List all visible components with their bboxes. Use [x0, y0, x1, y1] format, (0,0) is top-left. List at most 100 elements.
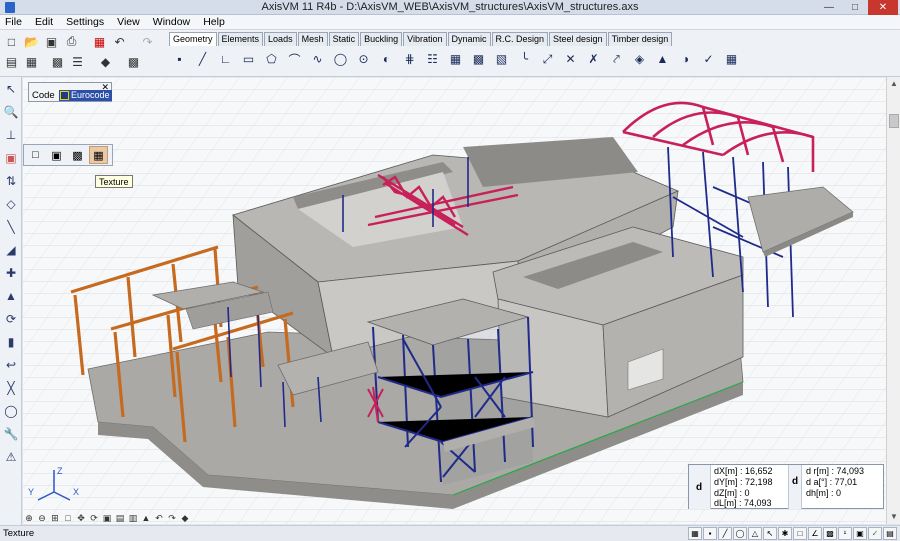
status-layers-icon[interactable]: ▤: [883, 527, 897, 540]
surface-icon[interactable]: ▲: [652, 49, 673, 69]
close-button[interactable]: ✕: [868, 0, 898, 15]
line-icon[interactable]: ╱: [192, 49, 213, 69]
undo-icon[interactable]: ↶: [110, 33, 129, 50]
menu-view[interactable]: View: [112, 15, 145, 28]
polyline-icon[interactable]: ∟: [215, 49, 236, 69]
scroll-thumb[interactable]: [889, 114, 899, 128]
status-angle-icon[interactable]: ∠: [808, 527, 822, 540]
wireframe-icon[interactable]: □: [26, 146, 45, 164]
view-top-icon[interactable]: ▤: [114, 512, 126, 524]
vertical-scrollbar[interactable]: ▲ ▼: [886, 77, 900, 524]
scroll-down-icon[interactable]: ▼: [887, 510, 900, 524]
zoom-icon[interactable]: 🔍: [1, 102, 21, 122]
view-axes-icon[interactable]: ⊥: [1, 125, 21, 145]
node-merge-icon[interactable]: ◈: [629, 49, 650, 69]
warning-icon[interactable]: ⚠: [1, 447, 21, 467]
arc-icon[interactable]: ⌒: [284, 49, 305, 69]
divide-icon[interactable]: ╰: [514, 49, 535, 69]
cross-line-icon[interactable]: ⋕: [399, 49, 420, 69]
close-code-panel-icon[interactable]: ✕: [101, 82, 109, 93]
stack-icon[interactable]: ◆: [96, 53, 115, 70]
view-persp-icon[interactable]: ▲: [140, 512, 152, 524]
tab-geometry[interactable]: Geometry: [169, 32, 217, 46]
zoom-in-icon[interactable]: ⊕: [23, 512, 35, 524]
loop-icon[interactable]: ↩: [1, 355, 21, 375]
zoom-window-icon[interactable]: ⊞: [49, 512, 61, 524]
pattern-grid-icon[interactable]: ▦: [721, 49, 742, 69]
rectangle-icon[interactable]: ▭: [238, 49, 259, 69]
tab-dynamic[interactable]: Dynamic: [447, 32, 491, 46]
new-file-icon[interactable]: □: [2, 33, 21, 50]
maximize-button[interactable]: □: [842, 0, 868, 15]
status-lock-icon[interactable]: ▣: [853, 527, 867, 540]
select-arrow-icon[interactable]: ↖: [1, 79, 21, 99]
table-icon[interactable]: ▦: [22, 53, 41, 70]
view-side-icon[interactable]: ▥: [127, 512, 139, 524]
status-node-icon[interactable]: ▪: [703, 527, 717, 540]
mirror-icon[interactable]: ✚: [1, 263, 21, 283]
menu-settings[interactable]: Settings: [61, 15, 109, 28]
layers-icon[interactable]: ▤: [2, 53, 21, 70]
chamfer-icon[interactable]: ⤤: [606, 49, 627, 69]
polygon-icon[interactable]: ⬠: [261, 49, 282, 69]
part-icon[interactable]: ▮: [1, 332, 21, 352]
redo-view-icon[interactable]: ↷: [166, 512, 178, 524]
node-icon[interactable]: ▪: [169, 49, 190, 69]
check-icon[interactable]: ✓: [698, 49, 719, 69]
view-front-icon[interactable]: ▣: [101, 512, 113, 524]
texture-icon[interactable]: ▦: [89, 146, 108, 164]
menu-edit[interactable]: Edit: [30, 15, 58, 28]
minimize-button[interactable]: —: [816, 0, 842, 15]
model-viewport[interactable]: [23, 77, 886, 524]
menu-window[interactable]: Window: [148, 15, 195, 28]
tab-elements[interactable]: Elements: [217, 32, 264, 46]
fillet-icon[interactable]: ✗: [583, 49, 604, 69]
arc-three-point-icon[interactable]: ◐: [376, 49, 397, 69]
open-folder-icon[interactable]: 📂: [22, 33, 41, 50]
measure-icon[interactable]: ◢: [1, 240, 21, 260]
status-table-icon[interactable]: ▦: [688, 527, 702, 540]
zoom-out-icon[interactable]: ⊖: [36, 512, 48, 524]
tab-vibration[interactable]: Vibration: [403, 32, 447, 46]
ruler-icon[interactable]: ╳: [1, 378, 21, 398]
tab-rc-design[interactable]: R.C. Design: [491, 32, 549, 46]
status-triangle-icon[interactable]: △: [748, 527, 762, 540]
save-icon[interactable]: ▣: [42, 33, 61, 50]
tab-steel-design[interactable]: Steel design: [549, 32, 607, 46]
wrench-icon[interactable]: 🔧: [1, 424, 21, 444]
circle-center-icon[interactable]: ⊙: [353, 49, 374, 69]
mesh-grid-icon[interactable]: ▩: [468, 49, 489, 69]
report-icon[interactable]: ☰: [68, 53, 87, 70]
status-circle-icon[interactable]: ◯: [733, 527, 747, 540]
status-cursor-icon[interactable]: ↖: [763, 527, 777, 540]
view-3d-icon[interactable]: ◆: [179, 512, 191, 524]
tab-static[interactable]: Static: [328, 32, 360, 46]
glasses-icon[interactable]: ◯: [1, 401, 21, 421]
status-star-icon[interactable]: ✱: [778, 527, 792, 540]
solid-icon[interactable]: ◑: [675, 49, 696, 69]
delete-line-icon[interactable]: ✕: [560, 49, 581, 69]
status-square-icon[interactable]: □: [793, 527, 807, 540]
tab-buckling[interactable]: Buckling: [360, 32, 403, 46]
menu-file[interactable]: File: [0, 15, 27, 28]
grid-domain-icon[interactable]: ▦: [445, 49, 466, 69]
rotate-icon[interactable]: ⟳: [1, 309, 21, 329]
status-grid-icon[interactable]: ▩: [823, 527, 837, 540]
print-icon[interactable]: ⎙: [62, 33, 81, 50]
tab-loads[interactable]: Loads: [264, 32, 297, 46]
status-line-icon[interactable]: ╱: [718, 527, 732, 540]
export-icon[interactable]: ▩: [124, 53, 143, 70]
circle-icon[interactable]: ◯: [330, 49, 351, 69]
dimension-icon[interactable]: ⇅: [1, 171, 21, 191]
zoom-fit-icon[interactable]: □: [62, 512, 74, 524]
guide-line-icon[interactable]: ╲: [1, 217, 21, 237]
status-check-icon[interactable]: ✓: [868, 527, 882, 540]
scroll-up-icon[interactable]: ▲: [887, 77, 900, 91]
redo-icon[interactable]: ↷: [138, 33, 157, 50]
grid-icon[interactable]: ▩: [48, 53, 67, 70]
rotate-view-icon[interactable]: ⟳: [88, 512, 100, 524]
texture-tool-icon[interactable]: ▣: [1, 148, 21, 168]
transform-icon[interactable]: ▲: [1, 286, 21, 306]
extend-icon[interactable]: ⤢: [537, 49, 558, 69]
curve-icon[interactable]: ∿: [307, 49, 328, 69]
